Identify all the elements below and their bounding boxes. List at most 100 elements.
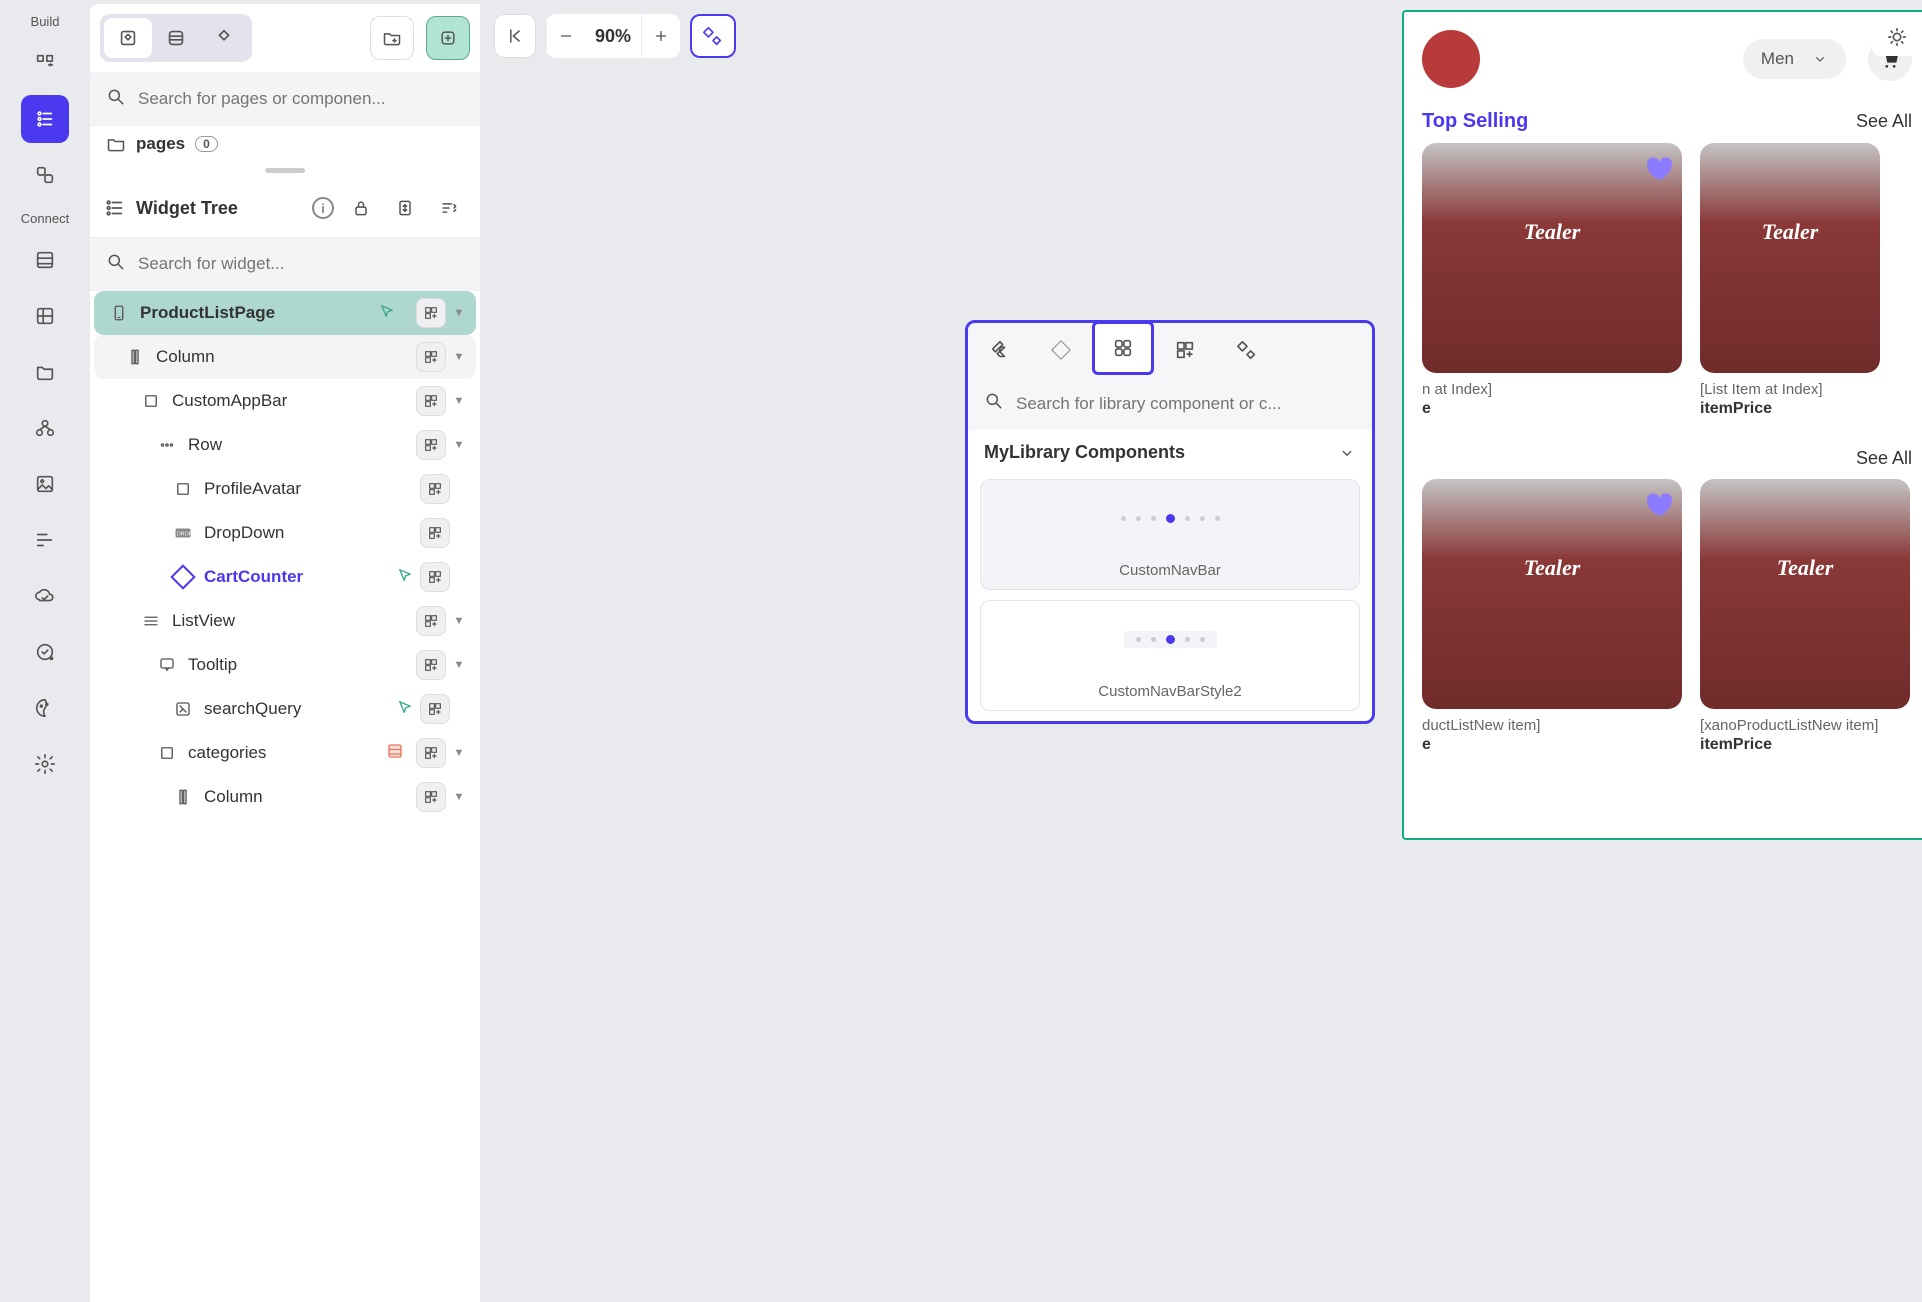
list-icon [140, 612, 162, 630]
toolbar-back-button[interactable] [494, 14, 536, 58]
settings-button[interactable] [21, 740, 69, 788]
device-icon [108, 304, 130, 322]
heart-icon[interactable] [1642, 489, 1672, 519]
magic-button[interactable] [690, 14, 736, 58]
database-button[interactable] [21, 236, 69, 284]
popup-search-input[interactable] [1016, 394, 1356, 414]
cloud-button[interactable] [21, 572, 69, 620]
zoom-out-button[interactable] [546, 14, 585, 58]
widget-search-row [90, 237, 480, 291]
tree-item[interactable]: DROPDropDown [94, 511, 476, 555]
search-icon [984, 391, 1004, 416]
tree-add-button[interactable] [416, 430, 446, 460]
datatypes-button[interactable] [21, 292, 69, 340]
chevron-down-icon[interactable]: ▼ [450, 439, 468, 451]
tree-item[interactable]: Column▼ [94, 335, 476, 379]
tree-add-button[interactable] [416, 650, 446, 680]
lock-button[interactable] [344, 191, 378, 225]
chevron-down-icon[interactable]: ▼ [450, 395, 468, 407]
panel-divider[interactable] [90, 168, 480, 173]
popup-tab-flutter[interactable] [968, 323, 1030, 377]
zoom-in-button[interactable] [641, 14, 680, 58]
tree-add-button[interactable] [420, 694, 450, 724]
avatar[interactable] [1422, 30, 1480, 88]
chevron-down-icon[interactable]: ▼ [450, 747, 468, 759]
tree-page-root[interactable]: ProductListPage ▼ [94, 291, 476, 335]
tree-item[interactable]: ListView▼ [94, 599, 476, 643]
tree-item[interactable]: Column▼ [94, 775, 476, 819]
chevron-down-icon[interactable]: ▼ [450, 791, 468, 803]
theme-button[interactable] [21, 684, 69, 732]
widgets-button[interactable] [21, 39, 69, 87]
box-icon [156, 744, 178, 762]
product-card[interactable]: Tealer n at Index] e [1422, 143, 1682, 418]
component-item[interactable]: CustomNavBar [980, 479, 1360, 590]
components-button[interactable] [21, 151, 69, 199]
product-card[interactable]: Tealer [List Item at Index] itemPrice [1700, 143, 1880, 418]
preview-frame: Men Top SellingSee All Tealer n at Index… [1402, 10, 1922, 840]
widget-search-input[interactable] [138, 254, 464, 274]
see-all-link[interactable]: See All [1856, 448, 1912, 469]
left-panel: pages 0 Widget Tree i ProductListPage [90, 4, 480, 1302]
tree-add-button[interactable] [416, 606, 446, 636]
column-icon [172, 788, 194, 806]
diamond-icon [172, 568, 194, 586]
chevron-down-icon[interactable]: ▼ [450, 351, 468, 363]
tree-item[interactable]: Row▼ [94, 423, 476, 467]
mode-library[interactable] [200, 18, 248, 58]
left-rail: Build Connect [0, 0, 90, 1302]
tree-item[interactable]: searchQuery [94, 687, 476, 731]
theme-toggle[interactable] [1872, 18, 1922, 56]
media-button[interactable] [21, 460, 69, 508]
see-all-link[interactable]: See All [1856, 111, 1912, 132]
api-button[interactable] [21, 404, 69, 452]
canvas-toolbar: 90% [494, 14, 736, 58]
heart-icon[interactable] [1642, 153, 1672, 183]
query-icon [172, 700, 194, 718]
info-icon[interactable]: i [312, 197, 334, 219]
tree-item[interactable]: CustomAppBar▼ [94, 379, 476, 423]
popup-tab-add[interactable] [1154, 323, 1216, 377]
page-search-input[interactable] [138, 89, 464, 109]
box-icon [172, 480, 194, 498]
tree-add-button[interactable] [416, 386, 446, 416]
tree-add-button[interactable] [420, 518, 450, 548]
sort-button[interactable] [432, 191, 466, 225]
product-card[interactable]: Tealer [xanoProductListNew item] itemPri… [1700, 479, 1910, 754]
component-item[interactable]: CustomNavBarStyle2 [980, 600, 1360, 711]
popup-tab-components[interactable] [1092, 321, 1154, 375]
tree-item[interactable]: Tooltip▼ [94, 643, 476, 687]
mode-templates[interactable] [152, 18, 200, 58]
tree-item[interactable]: categories▼ [94, 731, 476, 775]
pages-button[interactable] [21, 95, 69, 143]
tooltip-icon [156, 656, 178, 674]
add-page-button[interactable] [426, 16, 470, 60]
tree-add-button[interactable] [416, 782, 446, 812]
mode-components[interactable] [104, 18, 152, 58]
connect-label: Connect [21, 211, 69, 226]
expand-button[interactable] [388, 191, 422, 225]
product-card[interactable]: Tealer ductListNew item] e [1422, 479, 1682, 754]
chevron-down-icon[interactable]: ▼ [450, 307, 468, 319]
category-dropdown[interactable]: Men [1743, 39, 1846, 79]
chevron-down-icon[interactable]: ▼ [450, 659, 468, 671]
popup-tab-templates[interactable] [1030, 323, 1092, 377]
tree-add-button[interactable] [420, 562, 450, 592]
tree-add-button[interactable] [416, 342, 446, 372]
align-button[interactable] [21, 516, 69, 564]
tree-add-button[interactable] [420, 474, 450, 504]
folder-button[interactable] [21, 348, 69, 396]
widget-tree-header: Widget Tree i [90, 179, 480, 237]
pages-folder[interactable]: pages 0 [90, 126, 480, 162]
new-folder-button[interactable] [370, 16, 414, 60]
svg-text:DROP: DROP [177, 531, 192, 537]
tree-add-button[interactable] [416, 738, 446, 768]
chevron-down-icon[interactable]: ▼ [450, 615, 468, 627]
tree-add-button[interactable] [416, 298, 446, 328]
popup-section-header[interactable]: MyLibrary Components [968, 430, 1372, 475]
tree-item[interactable]: ProfileAvatar [94, 467, 476, 511]
popup-tab-custom[interactable] [1216, 323, 1278, 377]
cursor-icon [396, 566, 414, 589]
tree-item[interactable]: CartCounter [94, 555, 476, 599]
tasks-button[interactable] [21, 628, 69, 676]
